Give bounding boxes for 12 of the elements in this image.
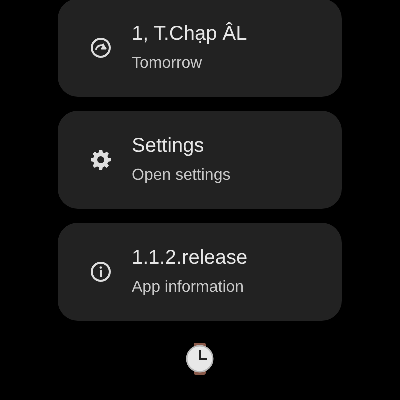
card-title: 1.1.2.release xyxy=(132,247,248,270)
menu-card[interactable]: 1, T.Chạp ÂL Tomorrow xyxy=(58,0,342,97)
card-subtitle: Tomorrow xyxy=(132,55,202,73)
card-subtitle: Open settings xyxy=(132,167,231,185)
info-icon xyxy=(89,260,113,284)
settings-icon xyxy=(89,148,113,172)
refresh-icon xyxy=(89,36,113,60)
card-title: Settings xyxy=(132,135,204,158)
menu-card[interactable]: 1.1.2.release App information xyxy=(58,223,342,321)
menu-card[interactable]: Settings Open settings xyxy=(58,111,342,209)
card-title: 1, T.Chạp ÂL xyxy=(132,23,248,46)
card-subtitle: App information xyxy=(132,279,244,297)
